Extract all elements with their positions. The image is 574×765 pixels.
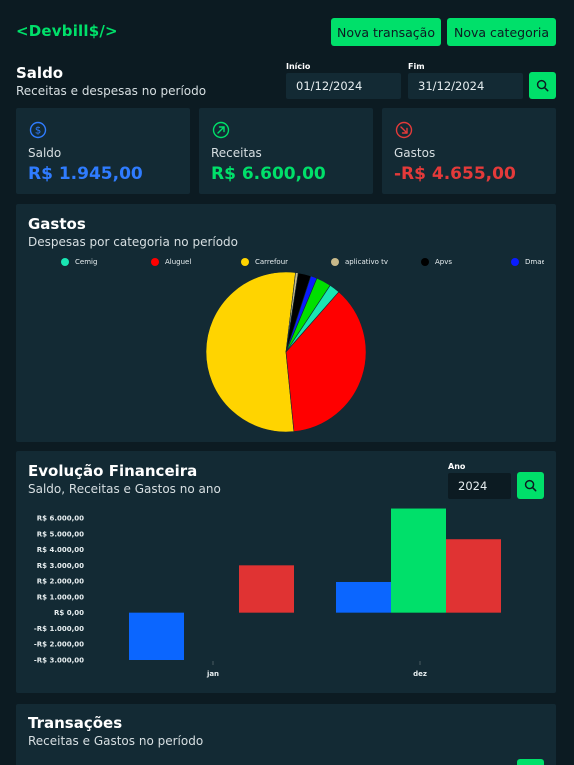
bar-series — [129, 508, 501, 660]
bar-jan-2[interactable] — [239, 565, 294, 613]
legend-item-dmae[interactable]: Dmae — [511, 258, 544, 266]
year-input[interactable]: 2024 — [448, 473, 511, 499]
balance-card-value: R$ 1.945,00 — [28, 164, 143, 184]
transactions-subtitle: Receitas e Gastos no período — [28, 734, 204, 748]
y-axis-ticks: R$ 6.000,00 R$ 5.000,00 R$ 4.000,00 R$ 3.00… — [34, 515, 84, 665]
search-icon — [536, 79, 549, 92]
expenses-title: Gastos — [28, 215, 86, 233]
y-tick-label: R$ 4.000,00 — [37, 546, 84, 554]
dollar-icon: $ — [29, 121, 47, 139]
start-date-input[interactable]: 01/12/2024 — [286, 73, 401, 99]
y-tick-label: R$ 0,00 — [54, 609, 84, 617]
balance-title: Saldo — [16, 64, 64, 82]
y-tick-label: R$ 5.000,00 — [37, 530, 84, 538]
evolution-bar-chart: R$ 6.000,00 R$ 5.000,00 R$ 4.000,00 R$ 3.00… — [34, 508, 501, 678]
transactions-title: Transações — [28, 714, 123, 732]
legend-label: Cemig — [75, 258, 98, 266]
x-tick-label: jan — [206, 670, 219, 678]
y-tick-label: -R$ 1.000,00 — [34, 625, 84, 633]
y-tick-label: -R$ 3.000,00 — [34, 657, 84, 665]
bar-dez-1[interactable] — [391, 508, 446, 613]
x-axis-ticks: jan dez — [206, 661, 427, 678]
balance-subtitle: Receitas e despesas no período — [16, 84, 207, 98]
x-tick-label: dez — [413, 670, 427, 678]
legend-swatch — [151, 258, 159, 266]
y-tick-label: R$ 1.000,00 — [37, 593, 84, 601]
arrow-down-right-icon — [395, 121, 413, 139]
legend-swatch — [421, 258, 429, 266]
y-tick-label: R$ 3.000,00 — [37, 562, 84, 570]
new-transaction-button[interactable]: Nova transação — [331, 18, 441, 46]
new-category-button[interactable]: Nova categoria — [447, 18, 556, 46]
y-tick-label: R$ 2.000,00 — [37, 578, 84, 586]
bar-dez-2[interactable] — [446, 539, 501, 613]
legend-label: Dmae — [525, 258, 544, 266]
svg-text:$: $ — [35, 126, 41, 137]
start-date-label: Início — [286, 62, 311, 71]
y-tick-label: R$ 6.000,00 — [37, 515, 84, 523]
expenses-subtitle: Despesas por categoria no período — [28, 235, 239, 249]
evolution-title: Evolução Financeira — [28, 462, 198, 480]
legend-item-cemig[interactable]: Cemig — [61, 258, 97, 266]
end-date-label: Fim — [408, 62, 425, 71]
balance-card-label: Saldo — [28, 146, 62, 160]
expenses-pie-chart — [205, 271, 367, 433]
legend-label: Apvs — [435, 258, 453, 266]
expenses-card-label: Gastos — [394, 146, 436, 160]
evolution-subtitle: Saldo, Receitas e Gastos no ano — [28, 482, 221, 496]
balance-card: $ Saldo R$ 1.945,00 — [16, 108, 190, 194]
income-card-label: Receitas — [211, 146, 262, 160]
legend-label: Aluguel — [165, 258, 192, 266]
year-label: Ano — [448, 462, 466, 471]
legend-item-aluguel[interactable]: Aluguel — [151, 258, 191, 266]
expenses-card: Gastos -R$ 4.655,00 — [382, 108, 556, 194]
bar-dez-0[interactable] — [336, 581, 391, 613]
legend-swatch — [511, 258, 519, 266]
bar-jan-0[interactable] — [129, 612, 184, 660]
income-card: Receitas R$ 6.600,00 — [199, 108, 373, 194]
expenses-card-value: -R$ 4.655,00 — [394, 164, 516, 184]
transactions-search-button[interactable] — [517, 759, 544, 765]
filter-search-button[interactable] — [529, 72, 556, 99]
year-search-button[interactable] — [517, 472, 544, 499]
app-logo: <Devbill$/> — [16, 22, 118, 40]
arrow-up-right-icon — [212, 121, 230, 139]
legend-swatch — [61, 258, 69, 266]
pie-slice-carrefour[interactable] — [205, 271, 296, 433]
y-tick-label: -R$ 2.000,00 — [34, 641, 84, 649]
search-icon — [524, 479, 537, 492]
legend-item-apvs[interactable]: Apvs — [421, 258, 452, 266]
end-date-input[interactable]: 31/12/2024 — [408, 73, 523, 99]
income-card-value: R$ 6.600,00 — [211, 164, 326, 184]
